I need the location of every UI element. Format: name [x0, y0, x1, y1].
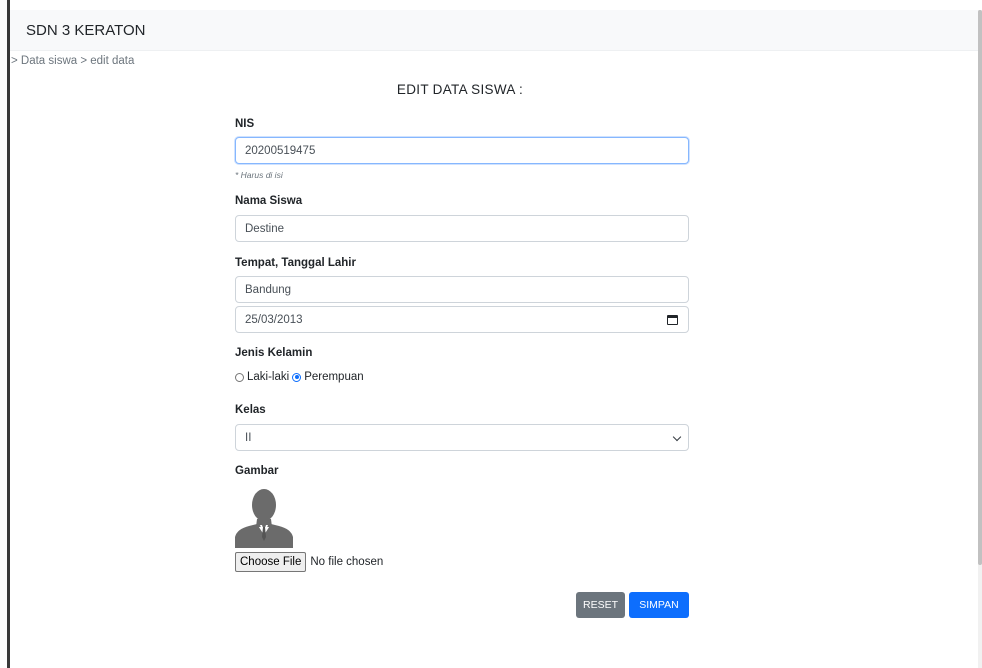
jenis-kelamin-label: Jenis Kelamin — [235, 347, 313, 359]
top-strip — [10, 0, 982, 10]
nama-label: Nama Siswa — [235, 195, 303, 207]
file-status: No file chosen — [310, 556, 384, 568]
nis-label: NIS — [235, 118, 255, 130]
tanggal-input[interactable]: 25/03/2013 — [235, 306, 689, 333]
nis-input[interactable] — [235, 137, 689, 164]
simpan-button[interactable]: SIMPAN — [629, 592, 689, 618]
nama-input[interactable] — [235, 215, 689, 242]
kelas-label: Kelas — [235, 404, 266, 416]
tempat-input[interactable] — [235, 276, 689, 303]
radio-laki-laki[interactable] — [235, 372, 244, 382]
navbar: SDN 3 KERATON — [10, 10, 978, 51]
reset-button[interactable]: RESET — [576, 592, 625, 618]
choose-file-button[interactable]: Choose File — [235, 552, 307, 572]
radio-perempuan-label[interactable]: Perempuan — [304, 371, 363, 383]
gambar-label: Gambar — [235, 465, 279, 477]
avatar — [235, 485, 293, 548]
radio-perempuan[interactable] — [292, 372, 302, 382]
kelas-select[interactable]: II — [235, 424, 689, 451]
navbar-brand[interactable]: SDN 3 KERATON — [26, 22, 145, 39]
calendar-icon[interactable] — [667, 315, 678, 325]
chevron-down-icon — [672, 432, 682, 442]
jenis-kelamin-group: Laki-laki Perempuan — [235, 371, 364, 383]
scrollbar-thumb[interactable] — [978, 10, 982, 565]
kelas-value: II — [245, 432, 252, 444]
tanggal-value: 25/03/2013 — [245, 314, 303, 326]
file-upload: Choose File No file chosen — [235, 552, 383, 572]
page-title: EDIT DATA SISWA : — [396, 82, 524, 97]
breadcrumb[interactable]: > Data siswa > edit data — [11, 55, 134, 67]
radio-laki-laki-label[interactable]: Laki-laki — [247, 371, 289, 383]
nis-hint: * Harus di isi — [235, 170, 283, 180]
left-border — [0, 0, 10, 668]
ttl-label: Tempat, Tanggal Lahir — [235, 257, 356, 269]
